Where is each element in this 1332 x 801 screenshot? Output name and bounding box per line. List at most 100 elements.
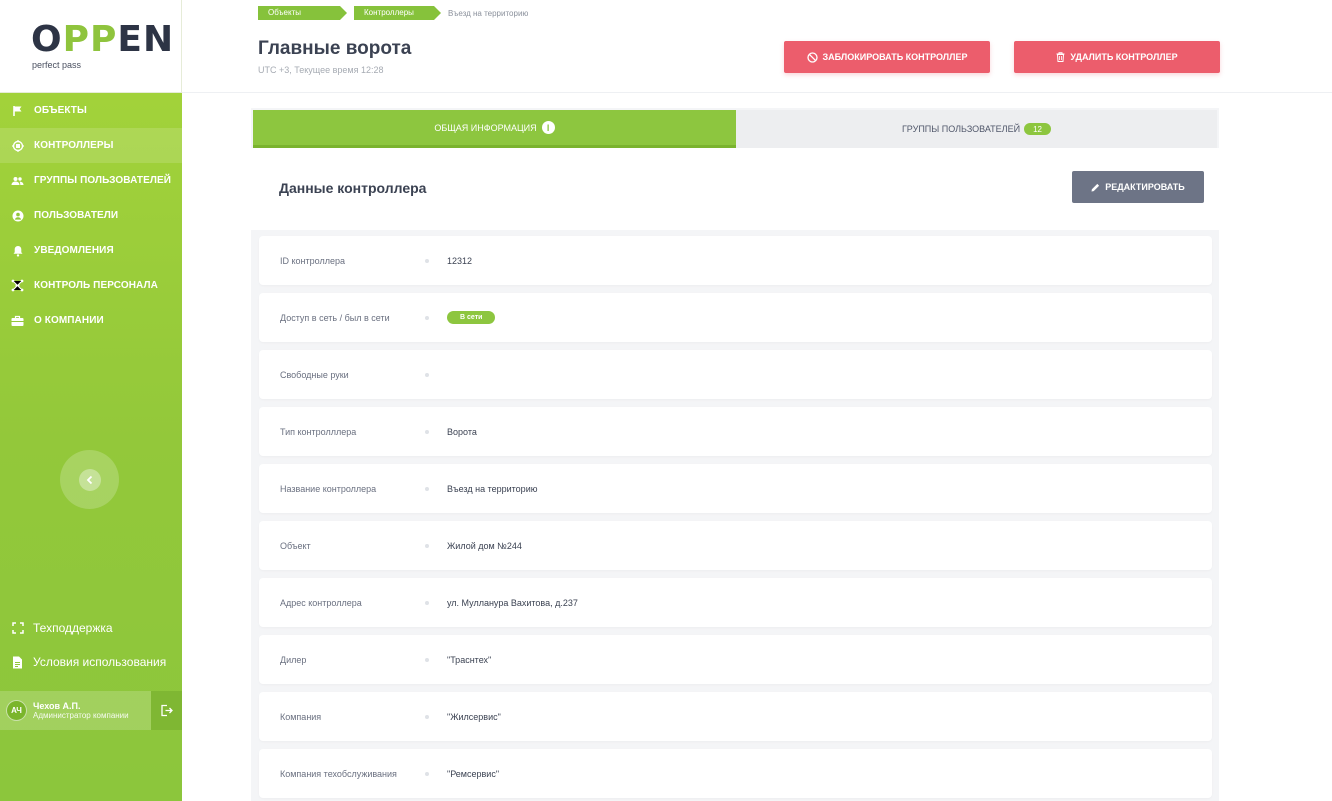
detail-row-dealer: Дилер "Траснтех" bbox=[259, 635, 1212, 684]
sidebar-item-notifications[interactable]: УВЕДОМЛЕНИЯ bbox=[0, 233, 182, 268]
block-controller-button[interactable]: ЗАБЛОКИРОВАТЬ КОНТРОЛЛЕР bbox=[784, 41, 990, 73]
sidebar-item-user-groups[interactable]: ГРУППЫ ПОЛЬЗОВАТЕЛЕЙ bbox=[0, 163, 182, 198]
detail-value: В сети bbox=[447, 311, 496, 324]
detail-value: 12312 bbox=[447, 255, 473, 266]
support-frame-icon bbox=[11, 622, 24, 635]
detail-label: Тип контролллера bbox=[280, 426, 357, 437]
detail-value: "Траснтех" bbox=[447, 654, 492, 665]
sidebar-item-objects[interactable]: ОБЪЕКТЫ bbox=[0, 93, 182, 128]
network-icon bbox=[11, 279, 24, 292]
support-link[interactable]: Техподдержка bbox=[11, 621, 113, 635]
detail-row-network: Доступ в сеть / был в сети В сети bbox=[259, 293, 1212, 342]
sidebar-collapse-button[interactable] bbox=[60, 450, 119, 509]
detail-value: "Ремсервис" bbox=[447, 768, 500, 779]
detail-row-name: Название контроллера Въезд на территорию bbox=[259, 464, 1212, 513]
detail-row-handsfree: Свободные руки bbox=[259, 350, 1212, 399]
separator-dot bbox=[425, 600, 429, 605]
detail-label: Компания bbox=[280, 711, 322, 722]
trash-icon bbox=[1056, 52, 1065, 62]
section-title: Данные контроллера bbox=[279, 180, 427, 196]
sidebar-item-about-company[interactable]: О КОМПАНИИ bbox=[0, 303, 182, 338]
bell-icon bbox=[11, 244, 24, 257]
detail-row-type: Тип контролллера Ворота bbox=[259, 407, 1212, 456]
detail-label: Компания техобслуживания bbox=[280, 768, 397, 779]
user-profile[interactable]: АЧ Чехов А.П. Администратор компании bbox=[0, 691, 182, 730]
breadcrumb-objects[interactable]: Объекты bbox=[258, 6, 347, 20]
detail-label: ID контроллера bbox=[280, 255, 345, 266]
separator-dot bbox=[425, 771, 429, 776]
detail-label: Адрес контроллера bbox=[280, 597, 362, 608]
tabs: ОБЩАЯ ИНФОРМАЦИЯ i ГРУППЫ ПОЛЬЗОВАТЕЛЕЙ … bbox=[253, 110, 1217, 148]
delete-controller-button[interactable]: УДАЛИТЬ КОНТРОЛЛЕР bbox=[1014, 41, 1220, 73]
count-badge: 12 bbox=[1024, 123, 1052, 135]
card-header: Данные контроллера РЕДАКТИРОВАТЬ bbox=[251, 148, 1219, 230]
logout-icon bbox=[160, 704, 173, 717]
support-label: Техподдержка bbox=[33, 621, 113, 635]
avatar: АЧ bbox=[6, 700, 27, 721]
detail-label: Свободные руки bbox=[280, 369, 349, 380]
separator-dot bbox=[425, 657, 429, 662]
detail-label: Доступ в сеть / был в сети bbox=[280, 312, 390, 323]
tab-label: ГРУППЫ ПОЛЬЗОВАТЕЛЕЙ bbox=[901, 124, 1021, 134]
status-badge: В сети bbox=[447, 311, 496, 324]
info-icon: i bbox=[541, 121, 555, 134]
logout-button[interactable] bbox=[151, 691, 182, 730]
separator-dot bbox=[425, 372, 429, 377]
separator-dot bbox=[425, 429, 429, 434]
detail-label: Объект bbox=[280, 540, 311, 551]
detail-row-id: ID контроллера 12312 bbox=[259, 236, 1212, 285]
sidebar-item-label: ГРУППЫ ПОЛЬЗОВАТЕЛЕЙ bbox=[34, 175, 172, 186]
user-name: Чехов А.П. bbox=[33, 700, 81, 711]
breadcrumb: Объекты Контроллеры Въезд на территорию bbox=[258, 5, 528, 21]
detail-row-company: Компания "Жилсервис" bbox=[259, 692, 1212, 741]
edit-label: РЕДАКТИРОВАТЬ bbox=[1105, 182, 1185, 192]
separator-dot bbox=[425, 714, 429, 719]
detail-value: "Жилсервис" bbox=[447, 711, 501, 722]
sidebar-item-users[interactable]: ПОЛЬЗОВАТЕЛИ bbox=[0, 198, 182, 233]
detail-value: Жилой дом №244 bbox=[447, 540, 522, 551]
breadcrumb-controllers[interactable]: Контроллеры bbox=[354, 6, 441, 20]
user-icon bbox=[11, 209, 24, 222]
block-icon bbox=[806, 51, 818, 63]
tab-label: ОБЩАЯ ИНФОРМАЦИЯ bbox=[434, 122, 537, 133]
pencil-icon bbox=[1091, 183, 1100, 192]
timezone-subtitle: UTC +3, Текущее время 12:28 bbox=[258, 65, 384, 75]
detail-label: Дилер bbox=[280, 654, 307, 665]
detail-row-address: Адрес контроллера ул. Мулланура Вахитова… bbox=[259, 578, 1212, 627]
sidebar-item-staff-control[interactable]: КОНТРОЛЬ ПЕРСОНАЛА bbox=[0, 268, 182, 303]
sidebar-item-label: ОБЪЕКТЫ bbox=[34, 105, 87, 116]
separator-dot bbox=[425, 258, 429, 263]
sidebar-item-label: ПОЛЬЗОВАТЕЛИ bbox=[34, 210, 119, 221]
sidebar-item-controllers[interactable]: КОНТРОЛЛЕРЫ bbox=[0, 128, 182, 163]
block-controller-label: ЗАБЛОКИРОВАТЬ КОНТРОЛЛЕР bbox=[822, 52, 968, 62]
user-role: Администратор компании bbox=[33, 710, 129, 720]
logo-wordmark: OPPEN bbox=[31, 19, 175, 60]
breadcrumb-current: Въезд на территорию bbox=[448, 8, 529, 18]
logo-tagline: perfect pass bbox=[32, 60, 82, 70]
detail-value: Въезд на территорию bbox=[447, 483, 538, 494]
users-icon bbox=[11, 174, 24, 187]
sidebar-item-label: КОНТРОЛЛЕРЫ bbox=[34, 140, 114, 151]
separator-dot bbox=[425, 486, 429, 491]
terms-link[interactable]: Условия использования bbox=[11, 655, 166, 669]
controller-panel: ОБЩАЯ ИНФОРМАЦИЯ i ГРУППЫ ПОЛЬЗОВАТЕЛЕЙ … bbox=[251, 108, 1219, 801]
terms-label: Условия использования bbox=[33, 655, 167, 669]
details-list: ID контроллера 12312 Доступ в сеть / был… bbox=[259, 236, 1212, 801]
sidebar: OPPEN perfect pass ОБЪЕКТЫ КОНТРОЛЛЕРЫ Г… bbox=[0, 0, 182, 801]
sidebar-item-label: КОНТРОЛЬ ПЕРСОНАЛА bbox=[34, 280, 158, 291]
separator-dot bbox=[425, 315, 429, 320]
separator-dot bbox=[425, 543, 429, 548]
briefcase-icon bbox=[11, 314, 24, 327]
page-header: Объекты Контроллеры Въезд на территорию … bbox=[182, 0, 1332, 93]
detail-value: Ворота bbox=[447, 426, 477, 437]
page-title: Главные ворота bbox=[258, 38, 412, 59]
user-info: Чехов А.П. Администратор компании bbox=[33, 701, 129, 721]
chevron-left-icon bbox=[78, 468, 101, 491]
edit-button[interactable]: РЕДАКТИРОВАТЬ bbox=[1072, 171, 1204, 203]
tab-general-info[interactable]: ОБЩАЯ ИНФОРМАЦИЯ i bbox=[253, 110, 736, 148]
tab-user-groups[interactable]: ГРУППЫ ПОЛЬЗОВАТЕЛЕЙ 12 bbox=[736, 110, 1217, 148]
sidebar-nav: ОБЪЕКТЫ КОНТРОЛЛЕРЫ ГРУППЫ ПОЛЬЗОВАТЕЛЕЙ… bbox=[0, 93, 182, 338]
detail-row-object: Объект Жилой дом №244 bbox=[259, 521, 1212, 570]
logo[interactable]: OPPEN perfect pass bbox=[0, 0, 182, 93]
document-icon bbox=[11, 656, 24, 669]
